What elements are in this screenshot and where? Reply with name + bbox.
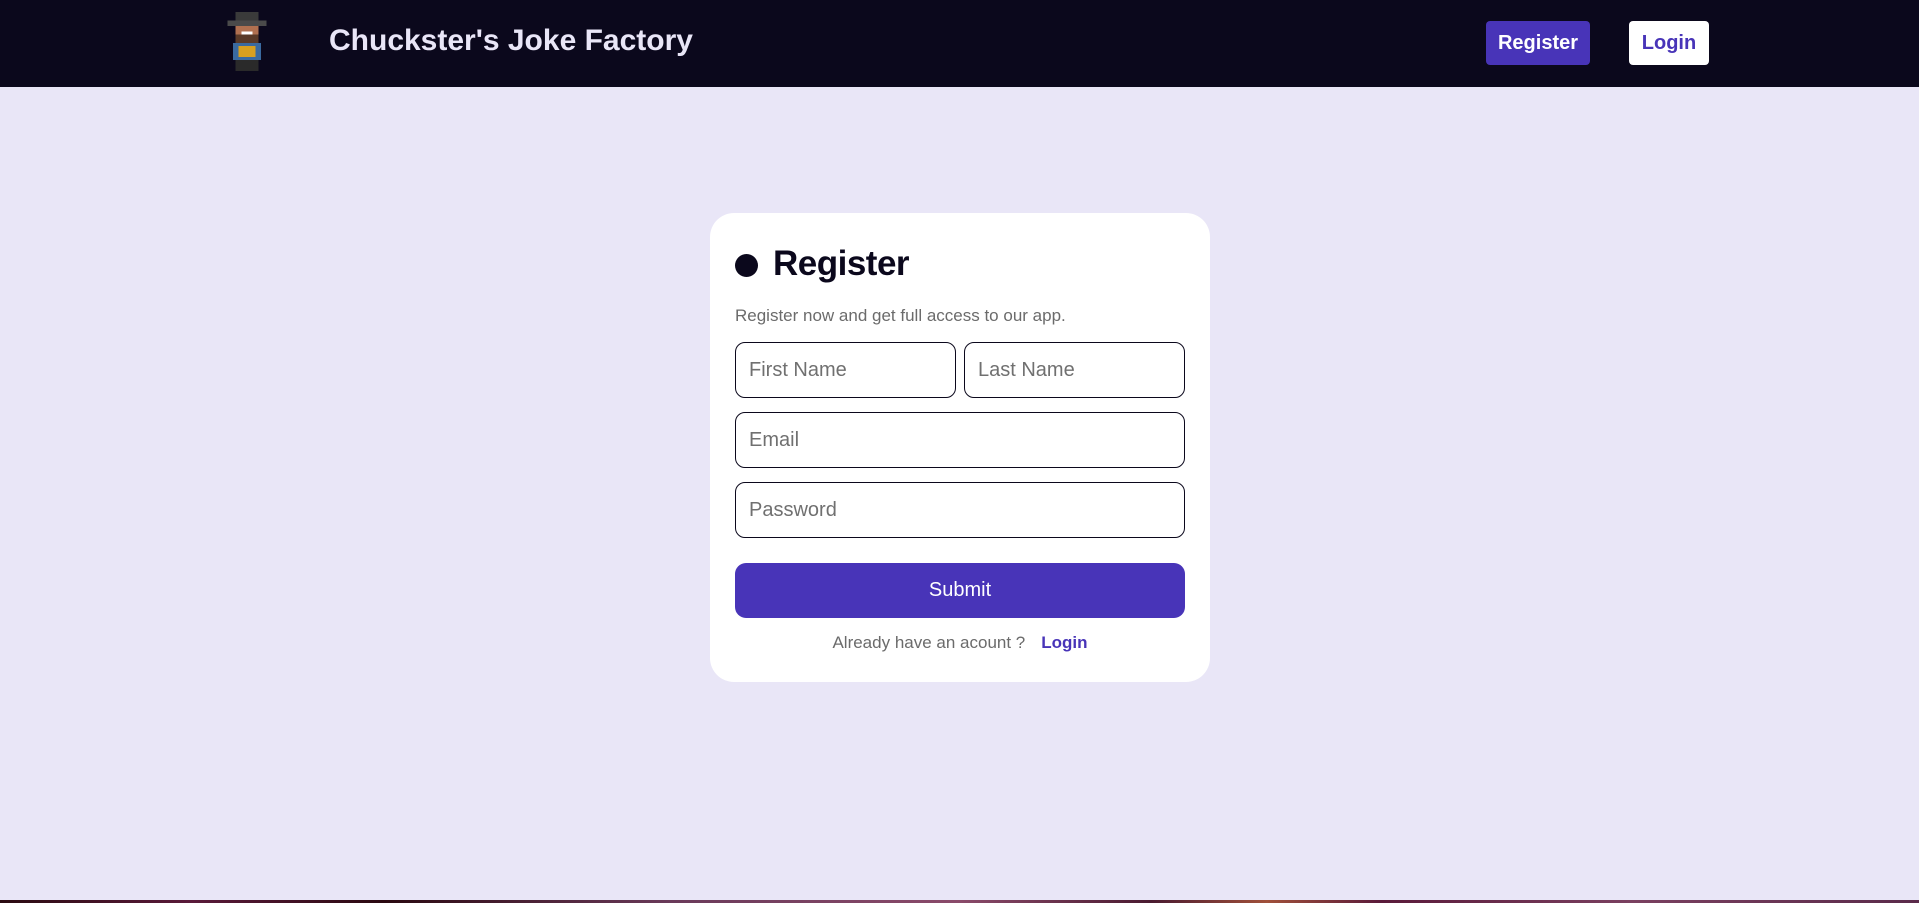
login-link[interactable]: Login	[1041, 633, 1087, 652]
last-name-input[interactable]	[964, 342, 1185, 398]
form-title: Register	[773, 244, 910, 283]
chuck-avatar-logo-icon[interactable]	[224, 12, 270, 74]
submit-button[interactable]: Submit	[735, 563, 1185, 618]
login-prompt: Already have an acount ? Login	[710, 633, 1210, 653]
bullet-dot-icon	[735, 254, 758, 277]
form-subtitle: Register now and get full access to our …	[735, 306, 1066, 325]
nav-register-button[interactable]: Register	[1486, 21, 1590, 65]
email-input[interactable]	[735, 412, 1185, 468]
app-title: Chuckster's Joke Factory	[329, 24, 693, 57]
first-name-input[interactable]	[735, 342, 956, 398]
password-input[interactable]	[735, 482, 1185, 538]
register-card: Register Register now and get full acces…	[710, 213, 1210, 682]
top-navbar: Chuckster's Joke Factory Register Login	[0, 0, 1919, 87]
nav-login-button[interactable]: Login	[1629, 21, 1709, 65]
login-prompt-text: Already have an acount ?	[832, 633, 1026, 652]
